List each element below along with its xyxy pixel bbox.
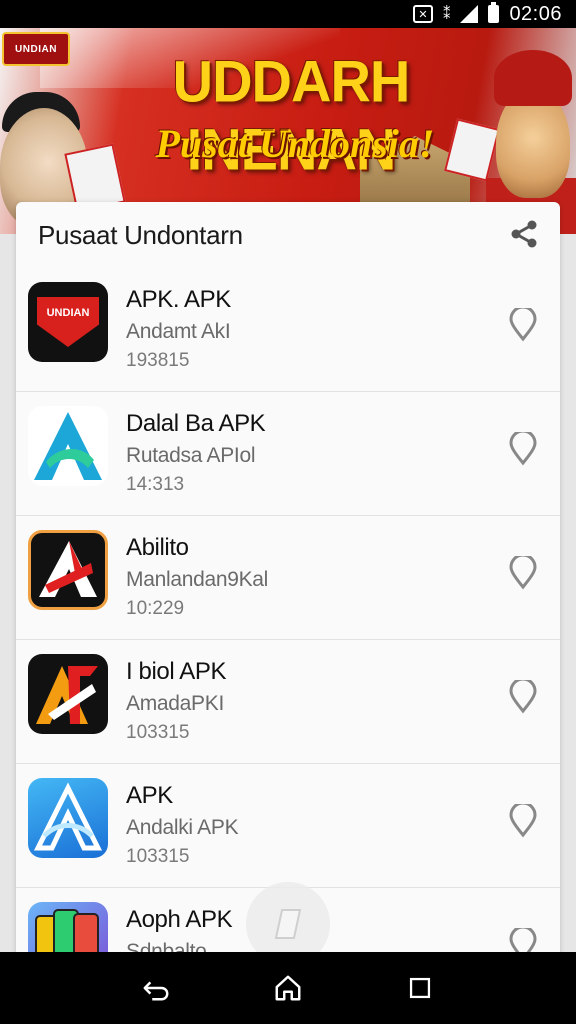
letter-a-red-icon — [28, 530, 108, 610]
app-size: 10:229 — [126, 598, 185, 619]
status-time: 02:06 — [509, 2, 562, 25]
home-icon — [275, 975, 301, 1001]
app-size: 103315 — [126, 846, 190, 867]
location-pin-icon[interactable] — [508, 308, 538, 342]
list-item[interactable]: Dalal Ba APK Rutadsa APIol 14:313 — [16, 392, 560, 516]
notification-box-icon: ✕ — [412, 5, 433, 23]
home-button[interactable] — [268, 968, 308, 1008]
app-developer: Andamt AkI — [126, 320, 231, 343]
card-title: Pusaat Undontarn — [38, 219, 243, 250]
list-item[interactable]: I biol APK AmadaPKI 103315 — [16, 640, 560, 764]
sim-icon: ⁑ — [442, 6, 451, 23]
app-name: APK. APK — [126, 286, 231, 313]
list-item[interactable]: Abilito Manlandan9Kal 10:229 — [16, 516, 560, 640]
letter-a-orange-icon — [28, 654, 108, 734]
location-pin-icon[interactable] — [508, 804, 538, 838]
location-pin-icon[interactable] — [508, 680, 538, 714]
letter-a-white-icon — [28, 778, 108, 858]
app-size: 103315 — [126, 722, 190, 743]
app-name: APK — [126, 782, 173, 809]
app-name: I biol APK — [126, 658, 227, 685]
download-logo-icon — [274, 909, 302, 939]
app-size: 14:313 — [126, 474, 185, 495]
app-developer: AmadaPKI — [126, 692, 224, 715]
back-icon — [143, 981, 169, 1001]
list-item[interactable]: UNDIAN APK. APK Andamt AkI 193815 — [16, 268, 560, 392]
status-bar: ✕ ⁑ 02:06 — [0, 0, 576, 28]
back-button[interactable] — [136, 968, 176, 1008]
shield-logo-icon: UNDIAN — [28, 282, 108, 362]
location-pin-icon[interactable] — [508, 556, 538, 590]
app-name: Abilito — [126, 534, 189, 561]
app-name: Aoph APK — [126, 906, 233, 933]
location-pin-icon[interactable] — [508, 432, 538, 466]
card-header: Pusaat Undontarn — [16, 202, 560, 268]
app-list-card: Pusaat Undontarn UNDIAN APK. APK Andamt … — [16, 202, 560, 962]
letter-a-blue-icon — [28, 406, 108, 486]
share-icon[interactable] — [508, 218, 540, 250]
banner-logo: UNDIAN — [2, 32, 70, 66]
recents-icon — [409, 977, 431, 999]
mascot-right-hat — [494, 50, 572, 106]
signal-icon — [460, 5, 479, 23]
app-developer: Rutadsa APIol — [126, 444, 256, 467]
battery-icon — [488, 2, 500, 23]
app-developer: Manlandan9Kal — [126, 568, 269, 591]
app-name: Dalal Ba APK — [126, 410, 266, 437]
list-item[interactable]: APK Andalki APK 103315 — [16, 764, 560, 888]
app-size: 193815 — [126, 350, 190, 371]
recents-button[interactable] — [400, 968, 440, 1008]
app-list: UNDIAN APK. APK Andamt AkI 193815 Dalal … — [16, 268, 560, 962]
app-developer: Andalki APK — [126, 816, 239, 839]
system-nav-bar — [0, 952, 576, 1024]
banner-subtitle: Pusat Undonsia! — [155, 121, 435, 166]
